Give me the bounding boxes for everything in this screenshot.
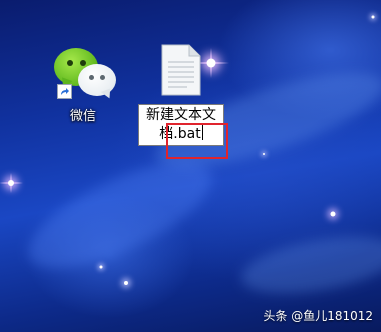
desktop-wallpaper: 微信 新建文本文 档.bat 头条 @鱼儿181012 [0, 0, 381, 332]
sparkle [368, 12, 378, 22]
text-file-icon [161, 44, 201, 96]
sparkle [119, 276, 133, 290]
sparkle [0, 172, 23, 194]
light-streak [236, 226, 381, 304]
sparkle [324, 205, 342, 223]
sparkle [260, 150, 268, 158]
watermark: 头条 @鱼儿181012 [263, 309, 373, 323]
sparkle [96, 262, 106, 272]
light-streak [14, 141, 226, 289]
shortcut-arrow-icon [57, 84, 72, 99]
desktop-icon-label: 微信 [70, 109, 97, 124]
annotation-highlight-box [166, 123, 228, 159]
